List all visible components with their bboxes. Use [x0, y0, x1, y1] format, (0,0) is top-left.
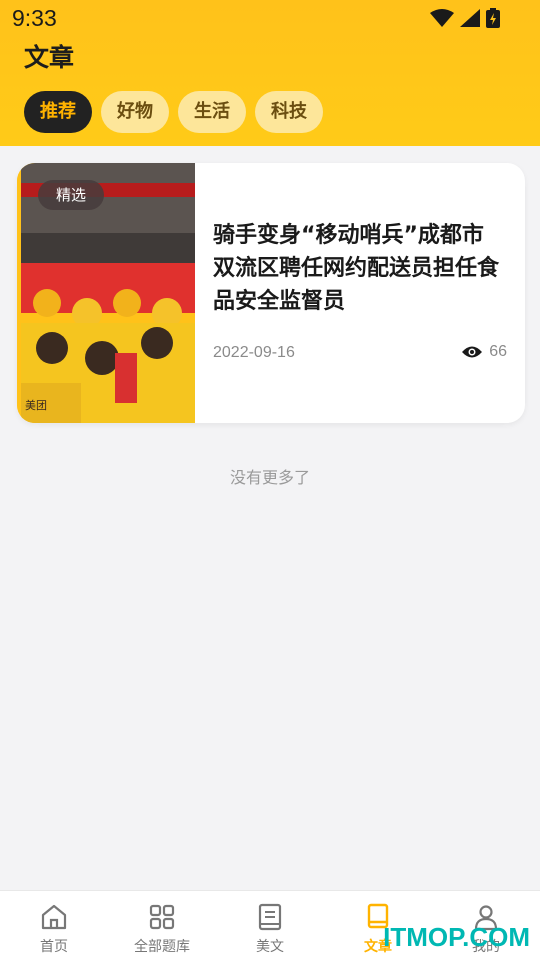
article-views: 66 — [461, 343, 507, 361]
nav-question-bank[interactable]: 全部题库 — [108, 891, 216, 960]
signal-icon — [460, 9, 480, 27]
battery-charging-icon — [486, 8, 500, 28]
header: 9:33 文章 推荐 好物 生活 科技 — [0, 0, 540, 146]
watermark-text: ITMOP.COM — [383, 922, 530, 952]
grid-icon — [149, 904, 175, 930]
list-end-text: 没有更多了 — [229, 468, 310, 487]
book-icon — [258, 903, 282, 931]
tab-tech[interactable]: 科技 — [255, 91, 323, 133]
page-title: 文章 — [24, 43, 75, 72]
tab-life[interactable]: 生活 — [178, 91, 246, 133]
category-tabs: 推荐 好物 生活 科技 — [24, 91, 323, 133]
nav-essays[interactable]: 美文 — [216, 891, 324, 960]
article-card[interactable]: 美团 精选 骑手变身“移动哨兵”成都市双流区聘任网约配送员担任食品安全监督员 2… — [17, 163, 525, 423]
tab-goods[interactable]: 好物 — [101, 91, 169, 133]
home-icon — [41, 904, 67, 930]
wifi-icon — [430, 9, 454, 27]
nav-essays-label: 美文 — [256, 939, 284, 955]
nav-home-label: 首页 — [40, 939, 68, 955]
eye-icon — [462, 346, 483, 358]
article-thumbnail: 美团 精选 — [17, 163, 195, 423]
article-date: 2022-09-16 — [213, 344, 295, 361]
featured-badge: 精选 — [38, 180, 104, 210]
nav-question-bank-label: 全部题库 — [134, 939, 190, 955]
view-count: 66 — [489, 343, 507, 360]
status-icons — [430, 8, 500, 28]
thumbnail-logo-text: 美团 — [25, 399, 47, 412]
article-title[interactable]: 骑手变身“移动哨兵”成都市双流区聘任网约配送员担任食品安全监督员 — [213, 219, 503, 318]
status-bar: 9:33 — [0, 0, 540, 36]
status-time: 9:33 — [12, 5, 57, 31]
nav-home[interactable]: 首页 — [0, 891, 108, 960]
tab-recommended[interactable]: 推荐 — [24, 91, 92, 133]
